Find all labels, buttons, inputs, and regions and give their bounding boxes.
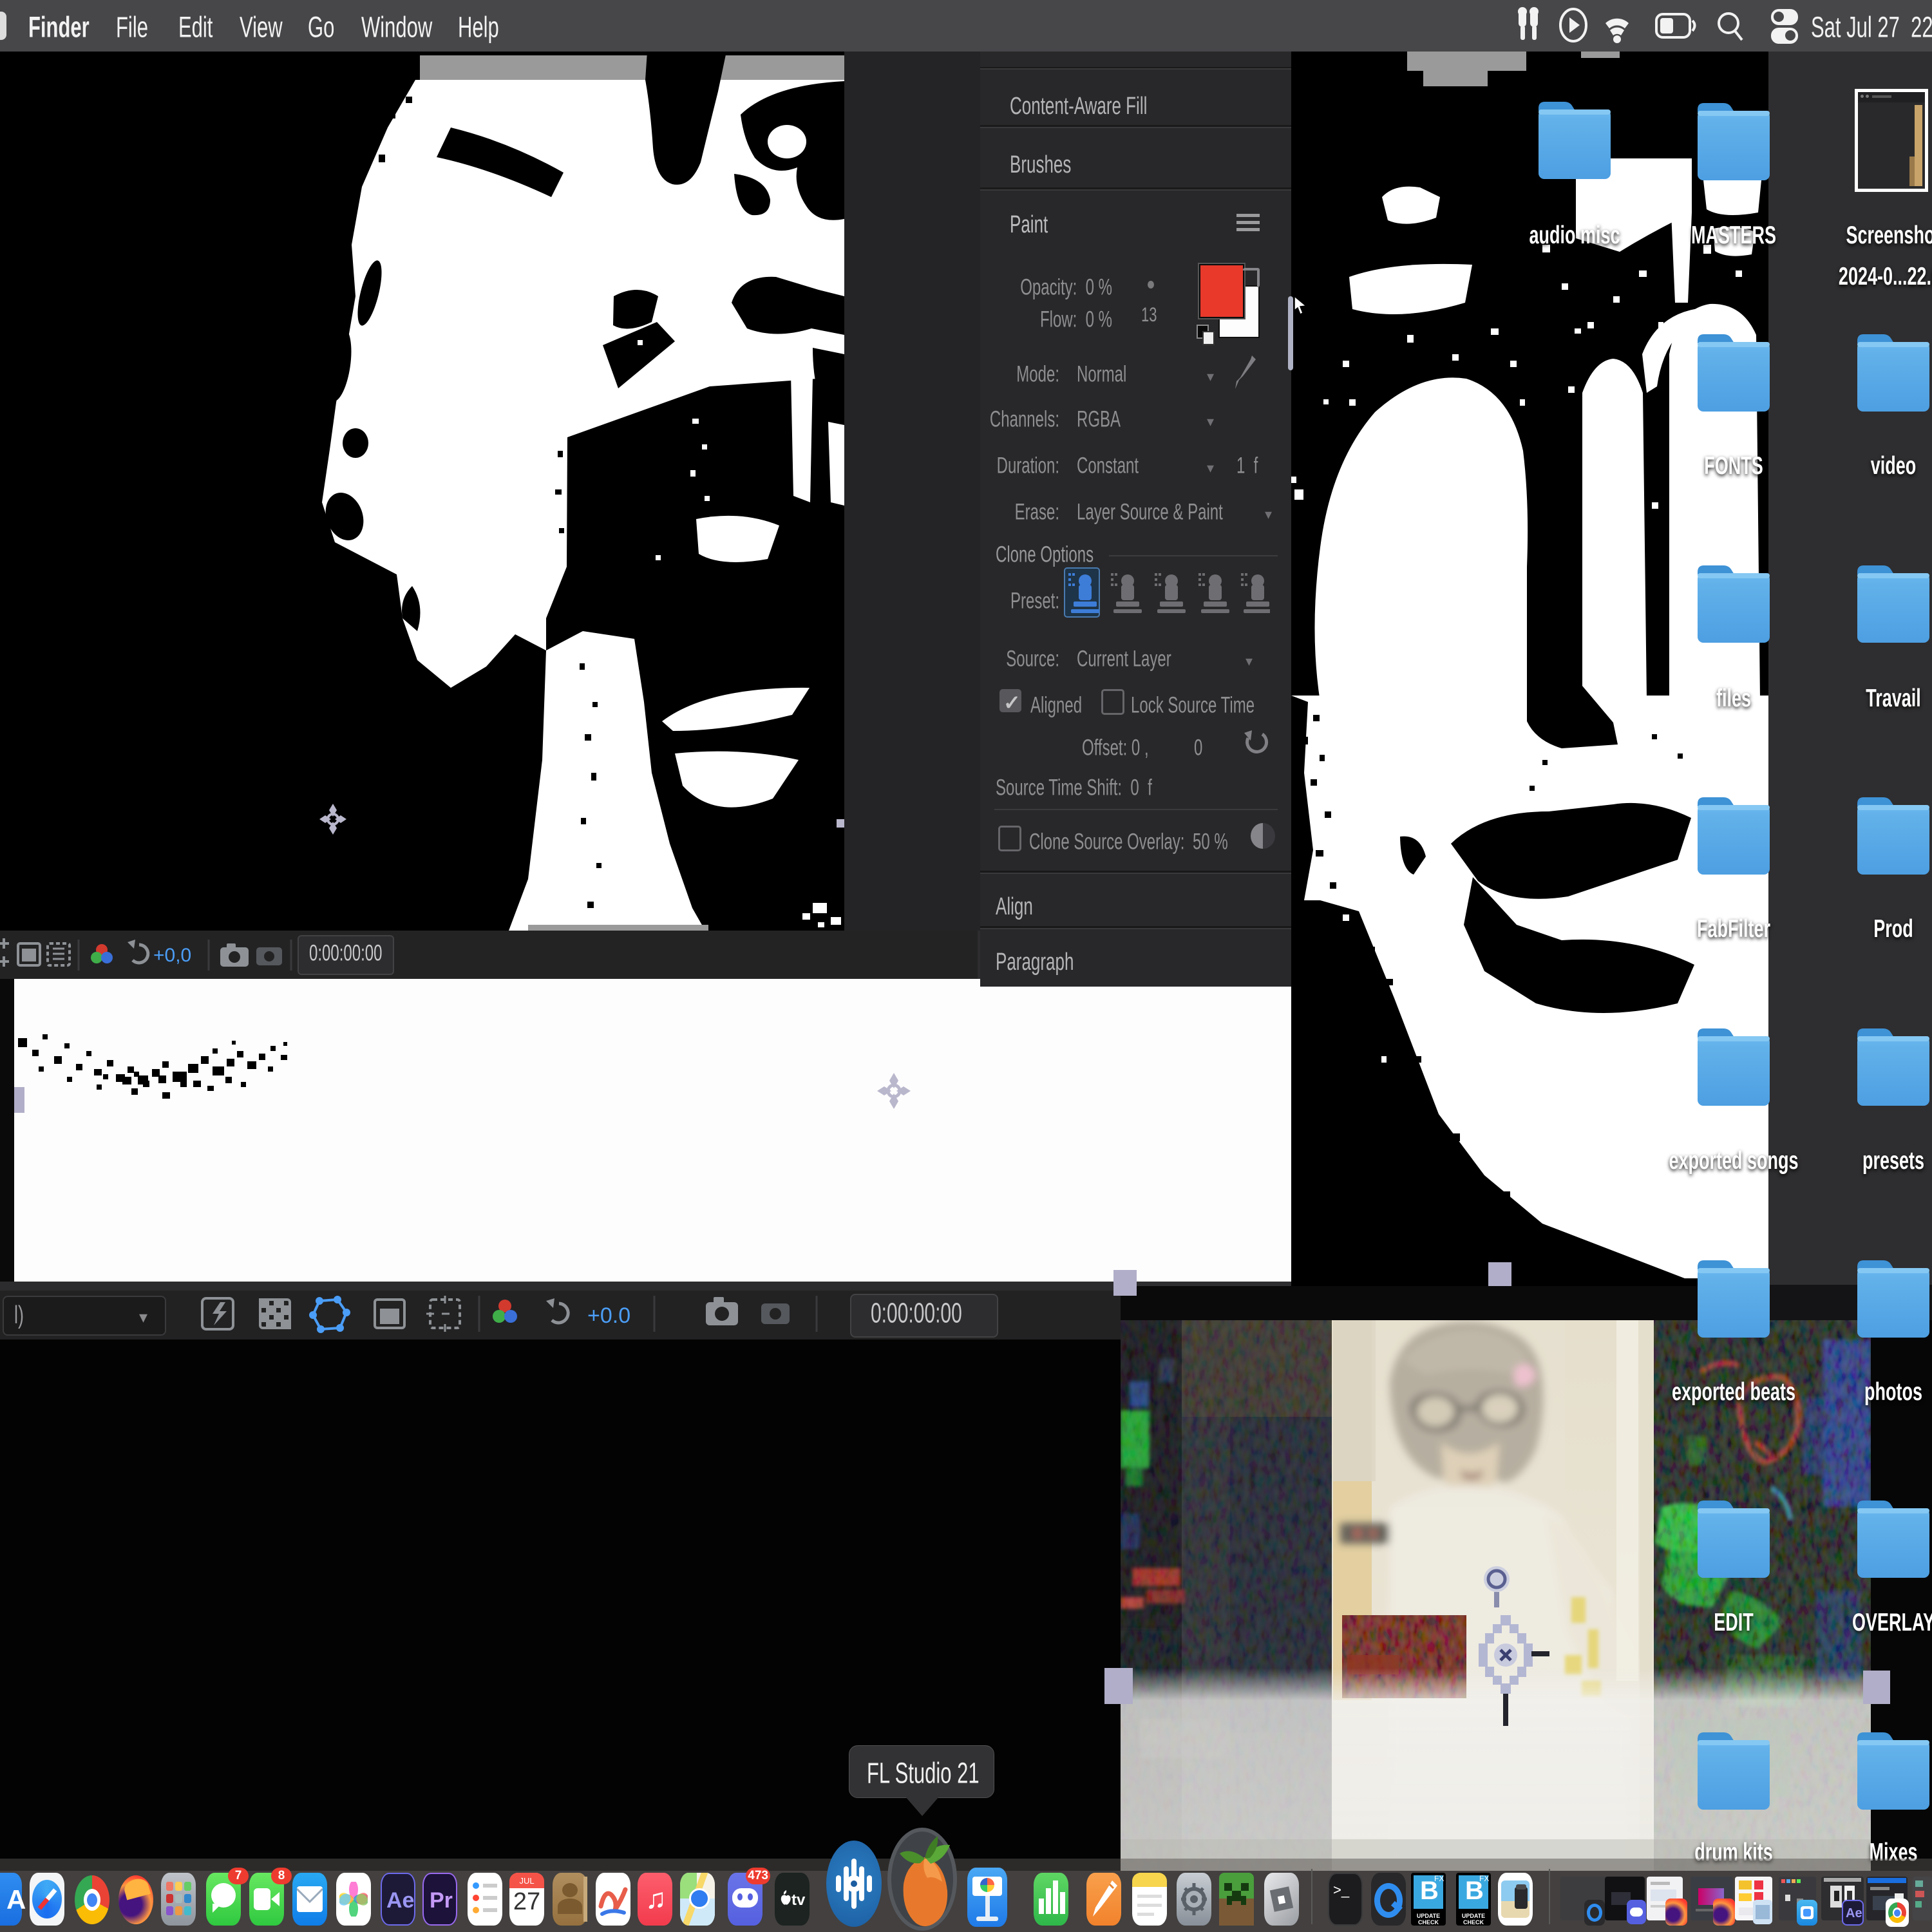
svg-text:tv: tv (791, 1891, 806, 1909)
svg-text:+0,0: +0,0 (153, 945, 191, 966)
svg-text:+0.0: +0.0 (587, 1303, 630, 1328)
